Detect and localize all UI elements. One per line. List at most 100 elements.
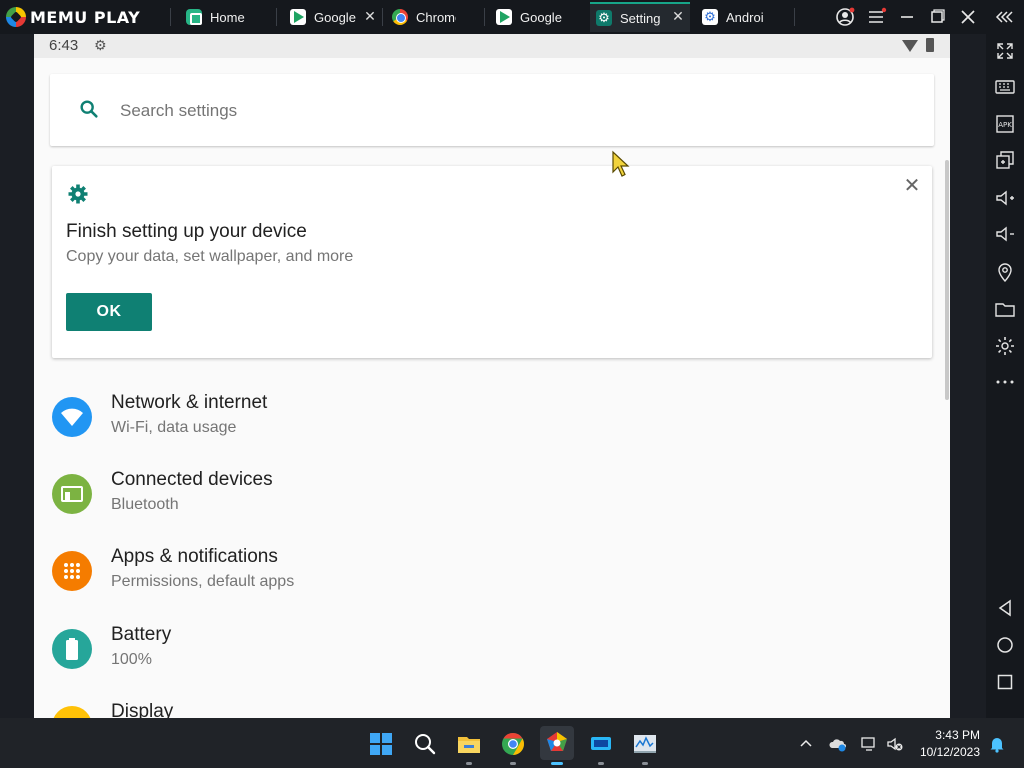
settings-icon[interactable] (993, 334, 1017, 358)
windows-taskbar: 3:43 PM 10/12/2023 (0, 718, 1024, 768)
maximize-icon[interactable] (925, 5, 949, 29)
memu-logo-icon (6, 7, 26, 27)
file-explorer-icon[interactable] (456, 731, 482, 757)
running-indicator (598, 762, 604, 765)
setting-title: Display (111, 701, 174, 718)
chevron-up-icon[interactable] (797, 735, 815, 753)
tab-label: Chrome (416, 9, 456, 25)
network-icon[interactable] (860, 735, 878, 753)
settings-gear-icon: ⚙ (596, 10, 612, 26)
tab-separator (170, 8, 171, 26)
wifi-icon (52, 397, 92, 437)
battery-status-icon (926, 38, 934, 52)
wifi-status-icon (902, 40, 918, 52)
tab-separator (382, 8, 383, 26)
apps-icon (52, 551, 92, 591)
status-bar: 6:43 ⚙ (34, 34, 950, 58)
emulator-title-bar: MEMU PLAY Home Google ✕ Chrome Google ⚙ … (0, 0, 1024, 34)
tab-google-play-2[interactable]: Google (490, 4, 586, 30)
tab-label: Google (314, 9, 356, 25)
tab-google-play[interactable]: Google ✕ (284, 4, 382, 30)
settings-notification-icon: ⚙ (94, 37, 107, 53)
settings-item-display[interactable]: Display (34, 691, 950, 718)
tab-label: Google (520, 9, 562, 25)
recents-icon[interactable] (993, 670, 1017, 694)
setting-title: Battery (111, 624, 172, 645)
mouse-cursor-icon (612, 150, 630, 177)
setting-title: Apps & notifications (111, 546, 278, 567)
setting-subtitle: Wi-Fi, data usage (111, 419, 237, 436)
location-icon[interactable] (993, 260, 1017, 284)
fullscreen-icon[interactable] (993, 39, 1017, 63)
onedrive-icon[interactable] (829, 735, 847, 753)
running-indicator (510, 762, 516, 765)
search-icon (80, 100, 98, 118)
taskbar-time[interactable]: 3:43 PM (918, 728, 980, 742)
windows-start-icon[interactable] (368, 731, 394, 757)
setting-subtitle: Bluetooth (111, 496, 179, 513)
search-settings-bar[interactable]: Search settings (50, 74, 934, 146)
tab-close-icon[interactable]: ✕ (670, 8, 686, 24)
tab-separator (794, 8, 795, 26)
card-title: Finish setting up your device (66, 221, 307, 242)
tab-label: Home (210, 9, 245, 25)
memu-taskbar-button[interactable] (540, 726, 574, 760)
tab-separator (276, 8, 277, 26)
account-icon[interactable] (833, 5, 857, 29)
search-icon[interactable] (412, 731, 438, 757)
more-icon[interactable] (993, 370, 1017, 394)
android-screen: 6:43 ⚙ Search settings ✕ Finish setting … (34, 34, 950, 718)
tab-chrome[interactable]: Chrome (386, 4, 482, 30)
chrome-icon[interactable] (500, 731, 526, 757)
ok-button[interactable]: OK (66, 293, 152, 331)
taskbar-date[interactable]: 10/12/2023 (912, 745, 980, 759)
collapse-sidebar-icon[interactable] (992, 5, 1016, 29)
speaker-muted-icon[interactable] (886, 735, 904, 753)
dismiss-card-icon[interactable]: ✕ (900, 174, 924, 198)
app-monitor-icon[interactable] (632, 731, 658, 757)
settings-item-network[interactable]: Network & internet Wi-Fi, data usage (34, 382, 950, 454)
devices-icon (52, 474, 92, 514)
home-icon[interactable] (993, 633, 1017, 657)
chrome-icon (392, 9, 408, 25)
play-store-icon (496, 9, 512, 25)
volume-up-icon[interactable] (993, 186, 1017, 210)
search-placeholder: Search settings (120, 101, 238, 120)
memu-multi-instance-icon[interactable] (588, 731, 614, 757)
tab-settings[interactable]: ⚙ Setting ✕ (590, 2, 690, 32)
active-indicator (551, 762, 563, 765)
settings-item-battery[interactable]: Battery 100% (34, 614, 950, 686)
settings-item-apps[interactable]: Apps & notifications Permissions, defaul… (34, 536, 950, 608)
close-icon[interactable] (956, 5, 980, 29)
android-settings-icon: ⚙ (702, 9, 718, 25)
keyboard-icon[interactable] (993, 75, 1017, 99)
svg-text:APK: APK (998, 121, 1012, 129)
home-icon (186, 9, 202, 25)
settings-item-connected-devices[interactable]: Connected devices Bluetooth (34, 459, 950, 531)
tab-home[interactable]: Home (180, 4, 272, 30)
multi-window-icon[interactable] (993, 148, 1017, 172)
setting-title: Network & internet (111, 392, 268, 413)
folder-icon[interactable] (993, 297, 1017, 321)
tab-label: Androi (726, 9, 764, 25)
running-indicator (466, 762, 472, 765)
tab-close-icon[interactable]: ✕ (362, 8, 378, 24)
tab-android-settings[interactable]: ⚙ Androi (696, 4, 792, 30)
setting-title: Connected devices (111, 469, 273, 490)
setting-subtitle: 100% (111, 651, 152, 668)
back-icon[interactable] (993, 596, 1017, 620)
notification-bell-icon[interactable] (988, 735, 1006, 753)
display-icon (52, 706, 92, 718)
tab-label: Setting (620, 10, 661, 26)
play-store-icon (290, 9, 306, 25)
menu-icon[interactable] (864, 5, 888, 29)
gear-icon (68, 184, 88, 204)
memu-brand-text: MEMU PLAY (30, 7, 141, 27)
battery-icon (52, 629, 92, 669)
apk-icon[interactable]: APK (993, 112, 1017, 136)
minimize-icon[interactable] (895, 5, 919, 29)
memu-logo: MEMU PLAY (6, 6, 140, 28)
scrollbar[interactable] (945, 160, 949, 400)
emulator-toolbar: APK (986, 34, 1024, 718)
volume-down-icon[interactable] (993, 222, 1017, 246)
